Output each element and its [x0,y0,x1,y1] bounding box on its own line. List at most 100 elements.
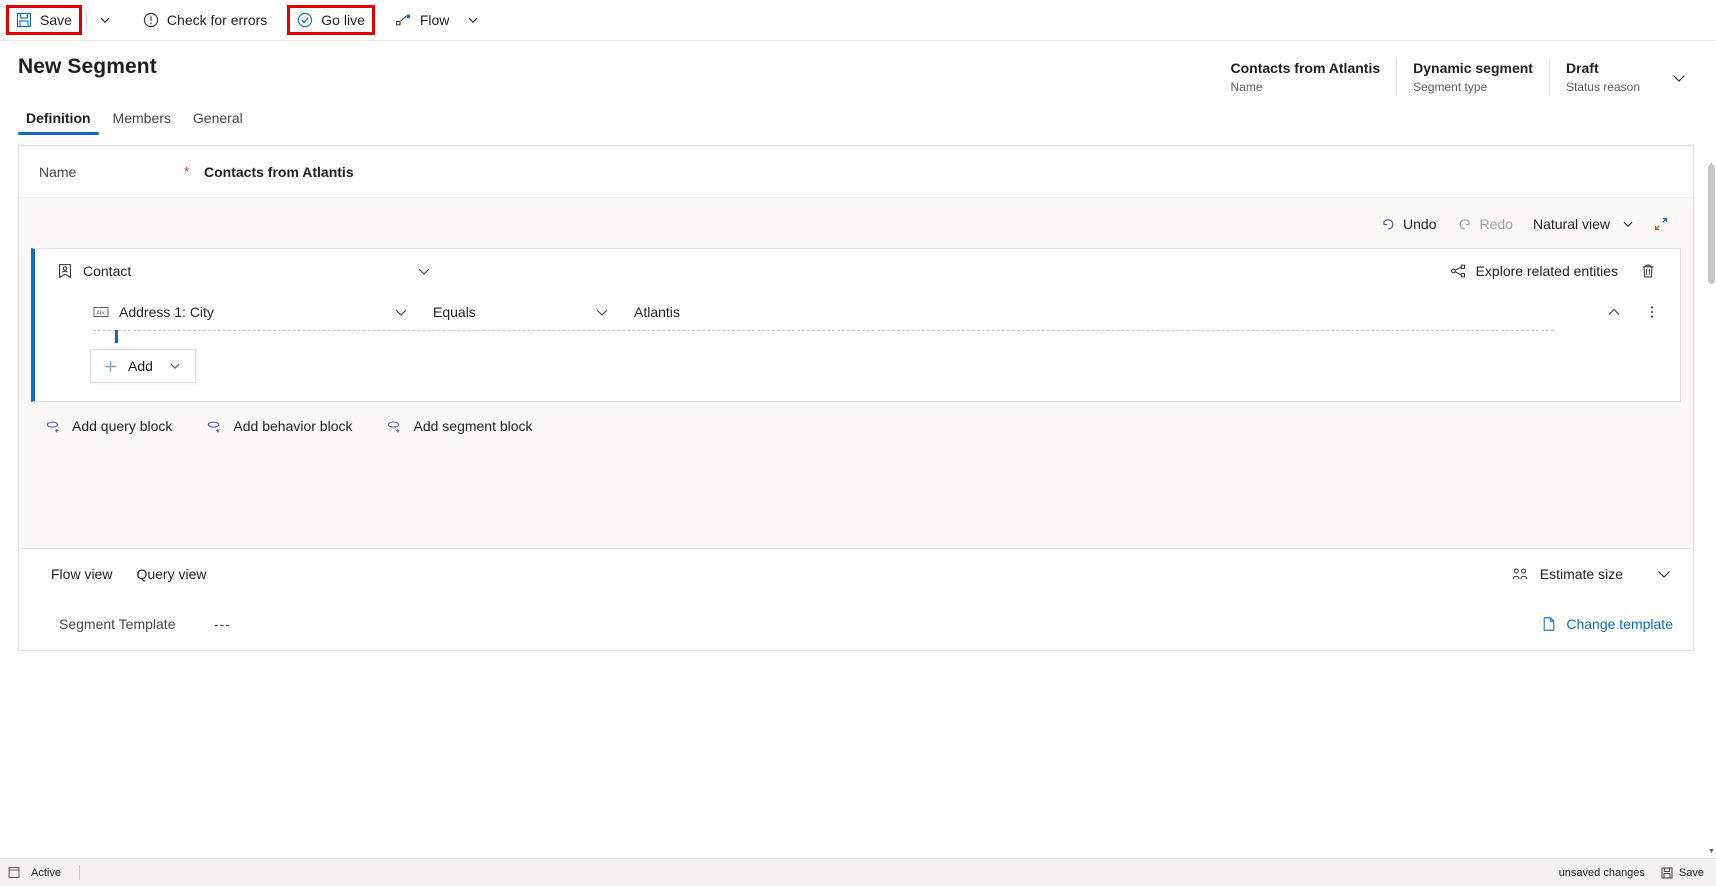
save-button-label: Save [40,12,72,28]
explore-related-entities-button[interactable]: Explore related entities [1444,256,1624,286]
view-bar: Flow view Query view Estimate size [19,548,1693,598]
add-behavior-block-link[interactable]: Add behavior block [206,418,352,434]
condition-operator-label: Equals [433,304,476,320]
go-live-check-icon [297,12,313,28]
flow-dropdown-caret[interactable] [459,5,487,35]
svg-text:Abc: Abc [96,310,106,316]
segment-editor-page: Save Check for errors Go live Flow New S… [0,0,1716,886]
header-field-name: Contacts from Atlantis Name [1215,59,1397,96]
header-field-segment-type-value: Dynamic segment [1413,60,1533,76]
delete-query-block-button[interactable] [1624,263,1664,279]
add-condition-button[interactable]: Add [90,349,196,383]
tab-strip: Definition Members General [0,96,1716,135]
add-query-block-label: Add query block [72,418,173,434]
view-mode-dropdown[interactable]: Natural view [1524,209,1643,239]
estimate-size-button[interactable]: Estimate size [1501,557,1633,591]
save-disk-icon [16,12,32,28]
page-scrollbar-thumb[interactable] [1708,164,1715,284]
header-expand-chevron-icon[interactable] [1656,59,1696,96]
scroll-down-arrow-icon[interactable]: ▼ [1707,846,1716,856]
name-field-label: Name [39,163,77,180]
tab-general[interactable]: General [185,106,251,135]
record-state-label: Active [31,866,61,879]
name-field-value[interactable]: Contacts from Atlantis [204,164,354,180]
definition-card: Name * Contacts from Atlantis Undo Redo [18,145,1694,651]
undo-button[interactable]: Undo [1371,209,1445,239]
tab-members-label: Members [112,110,171,126]
change-template-button[interactable]: Change template [1533,608,1681,640]
status-save-disk-icon [1661,867,1673,879]
flow-view-tab[interactable]: Flow view [39,557,124,591]
view-mode-label: Natural view [1532,216,1610,232]
condition-attribute-field[interactable]: Abc Address 1: City [93,304,393,320]
expand-diagonal-icon [1653,216,1669,232]
redo-label: Redo [1479,216,1513,232]
status-bar-left: Active [8,865,80,880]
estimate-size-chevron-icon[interactable] [1633,565,1685,583]
go-live-label: Go live [321,12,365,28]
go-live-button[interactable]: Go live [287,5,375,35]
condition-operator-chevron-icon[interactable] [594,304,610,320]
add-behavior-block-icon [206,418,223,434]
unsaved-changes-label: unsaved changes [1558,866,1645,879]
condition-more-options-icon[interactable] [1644,304,1660,320]
text-attribute-icon: Abc [93,305,109,319]
change-template-page-icon [1541,616,1557,632]
query-view-tab[interactable]: Query view [124,557,218,591]
flow-label: Flow [419,12,450,28]
chevron-down-icon [1622,218,1634,230]
query-block-entity[interactable]: Contact [57,263,131,279]
estimate-size-label: Estimate size [1539,565,1623,582]
required-asterisk: * [184,164,190,179]
save-dropdown-caret[interactable] [91,5,119,35]
check-for-errors-button[interactable]: Check for errors [133,5,277,35]
add-segment-block-icon [386,418,403,434]
page-title: New Segment [18,55,157,78]
condition-actions [1606,304,1666,320]
undo-arrow-icon [1380,216,1396,232]
people-icon [1511,566,1530,582]
header-field-segment-type-label: Segment type [1413,80,1488,94]
status-bar-save-label: Save [1678,866,1704,879]
save-button[interactable]: Save [6,5,82,35]
flow-icon [395,12,412,28]
query-block-header: Contact Explore related entities [35,249,1680,293]
add-query-block-link[interactable]: Add query block [45,418,172,434]
query-block-collapse-chevron-icon[interactable] [416,263,432,279]
status-window-icon[interactable] [8,866,21,879]
add-segment-block-link[interactable]: Add segment block [386,418,533,434]
error-circle-icon [143,12,159,28]
condition-attribute-label: Address 1: City [119,304,214,320]
query-block: Contact Explore related entities Abc Add… [31,248,1681,402]
add-query-block-icon [45,418,62,434]
command-separator [85,10,87,30]
condition-value-field[interactable]: Atlantis [610,304,1606,320]
tab-definition[interactable]: Definition [18,106,99,135]
add-block-links: Add query block Add behavior block Add s… [31,402,1681,434]
expand-builder-button[interactable] [1645,209,1677,239]
page-header: New Segment Contacts from Atlantis Name … [0,41,1716,96]
segment-template-row: Segment Template --- Change template [19,598,1693,650]
redo-arrow-icon [1457,216,1473,232]
segment-template-value: --- [214,616,231,632]
condition-row: Abc Address 1: City Equals Atlantis [35,293,1680,343]
tab-members[interactable]: Members [105,106,179,135]
tab-general-label: General [192,110,243,126]
query-block-entity-label: Contact [83,263,132,279]
condition-collapse-caret-up-icon[interactable] [1606,304,1622,320]
check-for-errors-label: Check for errors [166,12,268,28]
segment-builder-pane: Undo Redo Natural view Contact Explore r… [19,198,1693,548]
condition-operator-field[interactable]: Equals [409,304,594,320]
add-condition-wrapper: Add [35,331,1680,383]
header-field-name-value: Contacts from Atlantis [1230,60,1381,76]
add-segment-block-label: Add segment block [413,418,533,434]
condition-attribute-chevron-icon[interactable] [393,304,409,320]
header-field-status-reason: Draft Status reason [1548,59,1656,96]
flow-button[interactable]: Flow [385,5,460,35]
add-behavior-block-label: Add behavior block [233,418,353,434]
query-view-label: Query view [136,565,207,582]
status-bar: Active unsaved changes Save [0,858,1716,886]
flow-view-label: Flow view [51,565,113,582]
add-dropdown-chevron-icon[interactable] [169,360,181,372]
status-bar-save-button[interactable]: Save [1661,867,1704,879]
